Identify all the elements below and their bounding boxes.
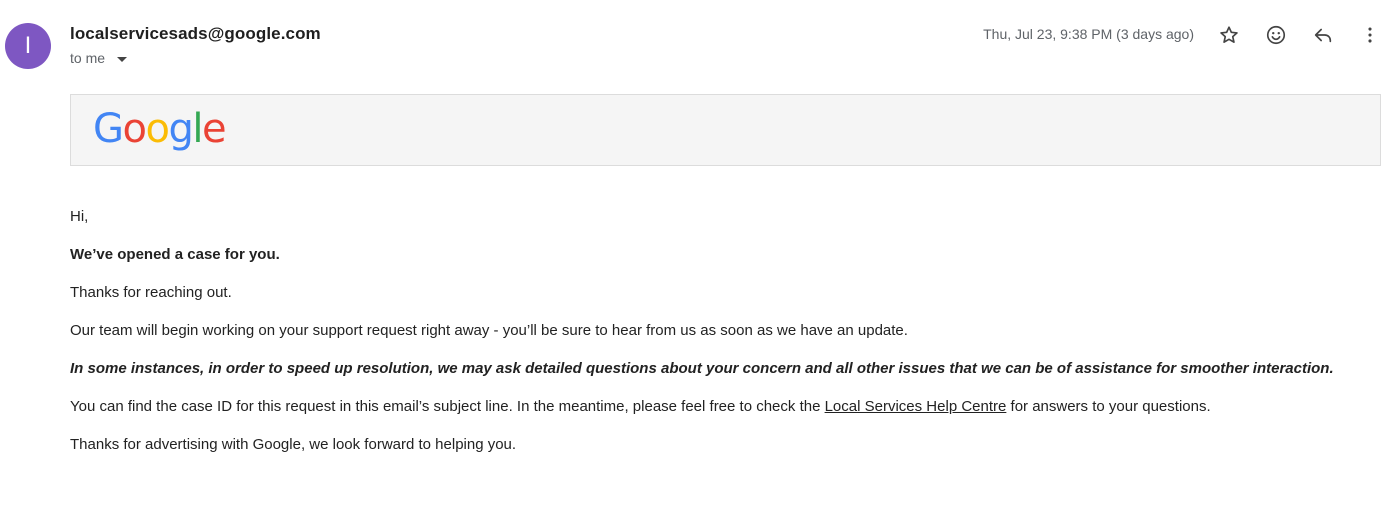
email-header-banner: Google <box>70 94 1381 166</box>
case-text-prefix: You can find the case ID for this reques… <box>70 398 825 415</box>
logo-letter: o <box>145 106 169 152</box>
chevron-down-icon[interactable] <box>117 56 128 62</box>
logo-letter: e <box>201 106 227 152</box>
more-vert-icon <box>1368 27 1372 43</box>
avatar: I <box>5 23 51 69</box>
closing-line: Thanks for advertising with Google, we l… <box>70 436 517 453</box>
logo-letter: l <box>192 106 203 152</box>
add-reaction-button[interactable] <box>1263 22 1289 48</box>
greeting: Hi, <box>70 208 89 225</box>
case-paragraph: You can find the case ID for this reques… <box>70 398 1211 415</box>
logo-letter: G <box>93 106 124 152</box>
sender-address: localservicesads@google.com <box>70 24 321 43</box>
emoji-icon <box>1266 25 1286 45</box>
thanks-line: Thanks for reaching out. <box>70 284 232 301</box>
more-options-button[interactable] <box>1357 22 1383 48</box>
recipient-details-toggle[interactable]: to me <box>70 50 128 66</box>
recipient-label: to me <box>70 50 106 66</box>
help-centre-link[interactable]: Local Services Help Centre <box>825 398 1007 415</box>
reply-button[interactable] <box>1310 22 1336 48</box>
instances-paragraph: In some instances, in order to speed up … <box>70 360 1334 377</box>
logo-letter: g <box>168 106 193 152</box>
team-paragraph: Our team will begin working on your supp… <box>70 322 908 339</box>
case-text-suffix: for answers to your questions. <box>1006 398 1211 415</box>
star-icon <box>1220 26 1238 43</box>
logo-letter: o <box>122 106 147 152</box>
reply-icon <box>1314 28 1332 43</box>
google-logo: Google <box>93 103 227 155</box>
email-timestamp: Thu, Jul 23, 9:38 PM (3 days ago) <box>983 26 1194 42</box>
star-button[interactable] <box>1216 22 1242 48</box>
headline: We’ve opened a case for you. <box>70 246 280 263</box>
